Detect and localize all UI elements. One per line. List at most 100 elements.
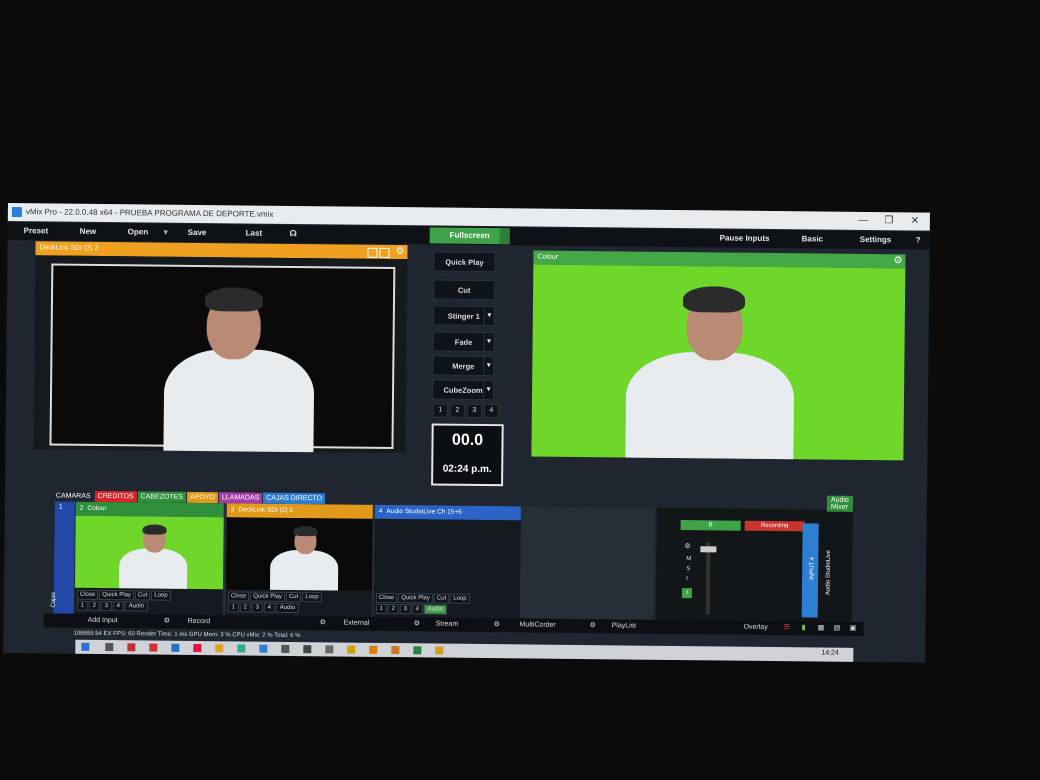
stream-gear-icon[interactable]: ⚙	[414, 617, 420, 631]
menu-pause-inputs[interactable]: Pause Inputs	[720, 233, 770, 243]
tab-cajas-directo[interactable]: CAJAS DIRECTO	[263, 492, 326, 505]
headphones-icon[interactable]: ☊	[290, 229, 297, 238]
input-button[interactable]: I	[686, 576, 688, 582]
app-icon-11[interactable]	[413, 646, 422, 655]
input-3-close[interactable]: Close	[227, 591, 250, 602]
tab-apoyo[interactable]: APOYO	[186, 491, 218, 504]
input-4-close[interactable]: Close	[375, 592, 398, 604]
input-2[interactable]: 2 Colour Close Quick Play Cut Loop 1 2 3 4 Audio	[74, 501, 224, 616]
input-4-num-1[interactable]: 1	[375, 603, 387, 614]
input-3-num-4[interactable]: 4	[263, 602, 275, 613]
transition-1-button[interactable]: 1	[432, 403, 448, 418]
app-icon-6[interactable]	[281, 644, 290, 653]
menu-new[interactable]: New	[80, 227, 97, 236]
cubezoom-button[interactable]: CubeZoom ▾	[431, 379, 495, 401]
view-icon[interactable]	[379, 247, 390, 258]
menu-preset[interactable]: Preset	[24, 226, 49, 235]
vmix-taskbar-icon[interactable]	[259, 644, 268, 653]
file-explorer-icon[interactable]	[215, 644, 224, 653]
cut-button[interactable]: Cut	[433, 279, 496, 301]
app-icon-1[interactable]	[127, 643, 136, 652]
tab-llamadas[interactable]: LLAMADAS	[218, 492, 263, 504]
minimize-icon[interactable]: —	[850, 212, 876, 230]
menu-icon[interactable]: ☰	[784, 621, 790, 635]
tab-creditos[interactable]: CREDITOS	[94, 490, 137, 503]
mute-button[interactable]: M	[686, 556, 691, 562]
gear-icon[interactable]: ⚙	[395, 245, 404, 259]
task-view-icon[interactable]	[105, 643, 114, 652]
close-icon[interactable]: ✕	[902, 212, 928, 230]
input-4-cut[interactable]: Cut	[433, 593, 450, 604]
fullscreen-button[interactable]: Fullscreen	[429, 227, 510, 245]
fullscreen-dropdown-icon[interactable]	[499, 228, 510, 245]
grid-icon[interactable]: ▦	[818, 622, 825, 636]
input-3-audio[interactable]: Audio	[275, 602, 300, 614]
app-icon-8[interactable]	[325, 645, 334, 654]
input-4[interactable]: 4 Audio StudioLive Ch 15+6 Close Quick Pla…	[373, 504, 521, 619]
input-4-num-2[interactable]: 2	[387, 603, 399, 615]
input-4-audio[interactable]: Audio	[423, 604, 448, 615]
lock-icon[interactable]: ▣	[850, 622, 857, 636]
input-4-num-4[interactable]: 4	[411, 604, 423, 615]
audio-mixer-button[interactable]: Audio Mixer	[826, 495, 853, 512]
app-icon-12[interactable]	[435, 646, 444, 655]
input-3-quick-play[interactable]: Quick Play	[250, 591, 285, 602]
add-input-button[interactable]: Add Input	[88, 614, 118, 628]
fader-handle[interactable]	[700, 546, 717, 553]
record-gear-icon[interactable]: ⚙	[164, 615, 170, 629]
input-2-cut[interactable]: Cut	[134, 590, 151, 601]
open-dropdown-icon[interactable]: ▾	[164, 228, 168, 237]
tab-cabezotes[interactable]: CABEZOTES	[137, 491, 187, 503]
menu-last[interactable]: Last	[246, 228, 263, 237]
input-2-num-4[interactable]: 4	[112, 601, 124, 612]
output-gear-icon[interactable]: ⚙	[893, 254, 902, 268]
vlc-icon[interactable]	[369, 645, 378, 654]
menu-help[interactable]: ?	[916, 236, 921, 245]
input-4-quick-play[interactable]: Quick Play	[398, 593, 433, 604]
input-2-loop[interactable]: Loop	[151, 590, 171, 601]
app-icon-9[interactable]	[347, 645, 356, 654]
recording-indicator[interactable]: Recording	[744, 520, 805, 532]
input-3-cut[interactable]: Cut	[285, 591, 302, 603]
app-icon-10[interactable]	[391, 646, 400, 655]
menu-settings[interactable]: Settings	[860, 235, 892, 244]
fade-dropdown-icon[interactable]: ▾	[483, 332, 494, 352]
app-icon-4[interactable]	[193, 643, 202, 653]
transition-4-button[interactable]: 4	[483, 403, 499, 419]
multiview-icon[interactable]: ▤	[834, 622, 841, 636]
app-icon-3[interactable]	[171, 643, 180, 652]
list-icon[interactable]	[367, 247, 378, 258]
input-2-num-1[interactable]: 1	[76, 600, 88, 611]
mixer-gear-icon[interactable]: ⚙	[684, 542, 690, 550]
speaker-icon[interactable]: ♪	[681, 588, 693, 599]
transition-3-button[interactable]: 3	[466, 403, 482, 418]
merge-dropdown-icon[interactable]: ▾	[483, 356, 494, 376]
input-3-num-3[interactable]: 3	[251, 602, 263, 613]
cubezoom-dropdown-icon[interactable]: ▾	[482, 380, 494, 400]
external-gear-icon[interactable]: ⚙	[320, 616, 326, 630]
stinger-button[interactable]: Stinger 1 ▾	[432, 305, 495, 327]
playlist-button[interactable]: PlayList	[612, 619, 637, 633]
input-2-quick-play[interactable]: Quick Play	[99, 589, 134, 601]
solo-button[interactable]: S	[686, 566, 690, 572]
input-2-num-3[interactable]: 3	[100, 600, 112, 612]
record-button[interactable]: Record	[188, 615, 211, 629]
menu-save[interactable]: Save	[188, 228, 207, 237]
input-2-num-2[interactable]: 2	[88, 600, 100, 611]
input-3-loop[interactable]: Loop	[302, 592, 322, 603]
menu-basic[interactable]: Basic	[802, 234, 823, 243]
transition-2-button[interactable]: 2	[449, 403, 465, 418]
fade-button[interactable]: Fade ▾	[432, 331, 495, 353]
input-3-num-1[interactable]: 1	[227, 602, 239, 613]
input-4-loop[interactable]: Loop	[450, 593, 470, 604]
app-icon-7[interactable]	[303, 645, 312, 654]
tab-camaras[interactable]: CAMARAS	[52, 490, 94, 502]
input-2-close[interactable]: Close	[76, 589, 99, 600]
app-icon-2[interactable]	[149, 643, 158, 652]
stream-button[interactable]: Stream	[436, 618, 459, 632]
app-icon-5[interactable]	[237, 644, 246, 653]
multicorder-gear-icon[interactable]: ⚙	[494, 618, 500, 632]
playlist-gear-icon[interactable]: ⚙	[590, 619, 596, 633]
levels-icon[interactable]: ▮	[802, 621, 806, 635]
quick-play-button[interactable]: Quick Play	[433, 251, 496, 273]
